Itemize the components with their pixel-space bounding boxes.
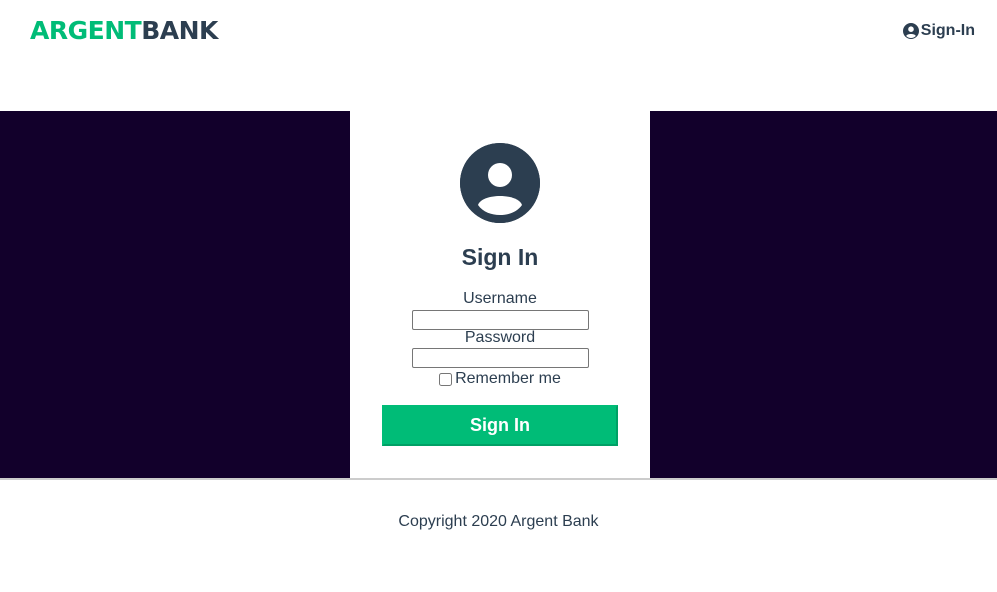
signin-button[interactable]: Sign In (382, 405, 618, 446)
main-nav: ARGENTBANK Sign-In (0, 0, 997, 63)
logo-text-bank: BANK (141, 16, 218, 45)
remember-me-checkbox[interactable] (439, 372, 453, 386)
signin-title: Sign In (461, 244, 539, 270)
username-label: Username (463, 290, 537, 307)
password-label: Password (464, 329, 536, 346)
user-circle-icon (902, 23, 919, 39)
signin-card: Sign In Username Password Remember me Si… (350, 111, 650, 478)
remember-me-label[interactable]: Remember me (455, 370, 561, 388)
remember-me-row: Remember me (350, 369, 650, 389)
nav-signin-label: Sign-In (920, 22, 975, 39)
footer: Copyright 2020 Argent Bank (0, 478, 997, 592)
user-circle-icon (460, 143, 540, 223)
signin-hero: Sign In Username Password Remember me Si… (0, 111, 997, 478)
logo-text-argent: ARGENT (30, 16, 142, 45)
nav-signin-link[interactable]: Sign-In (902, 21, 975, 41)
username-input[interactable] (412, 310, 589, 330)
footer-copyright: Copyright 2020 Argent Bank (398, 513, 599, 530)
argentbank-logo[interactable]: ARGENTBANK (30, 16, 218, 46)
password-input[interactable] (412, 348, 589, 368)
